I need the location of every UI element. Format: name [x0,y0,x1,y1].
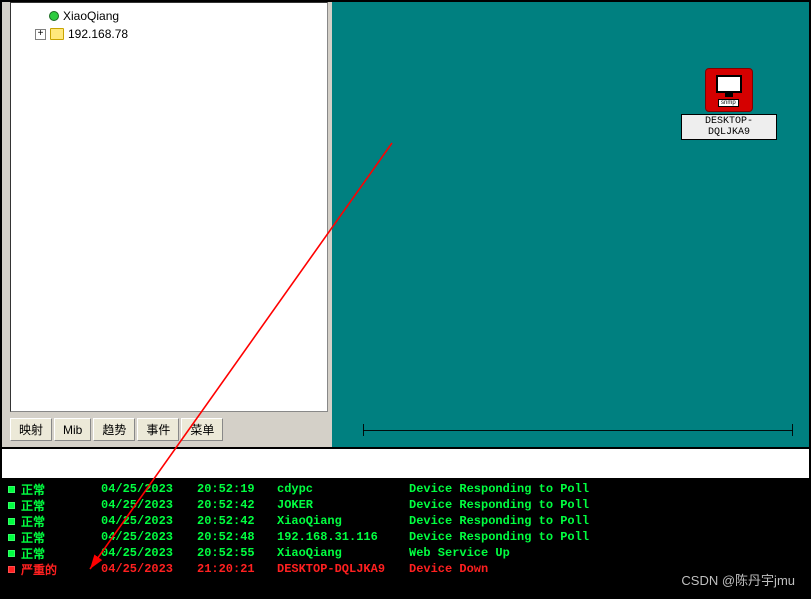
col-severity: 正常 [21,545,101,562]
col-severity: 严重的 [21,561,101,578]
tree-item-xiaoqiang[interactable]: XiaoQiang [17,7,321,25]
col-time: 20:52:42 [197,514,277,528]
col-host: XiaoQiang [277,546,409,560]
col-host: XiaoQiang [277,514,409,528]
snmp-tag: snmp [718,99,739,107]
tab-menu[interactable]: 菜单 [181,418,223,441]
severity-icon [8,518,15,525]
col-time: 20:52:55 [197,546,277,560]
pane-divider [2,449,809,475]
col-date: 04/25/2023 [101,562,197,576]
tree-item-folder[interactable]: + 192.168.78 [17,25,321,43]
col-time: 21:20:21 [197,562,277,576]
app-root: XiaoQiang + 192.168.78 映射 Mib 趋势 事件 菜单 [0,0,811,599]
col-severity: 正常 [21,481,101,498]
col-severity: 正常 [21,529,101,546]
col-time: 20:52:19 [197,482,277,496]
log-body: 正常 04/25/2023 20:52:19 cdypc Device Resp… [2,481,809,577]
log-line[interactable]: 正常 04/25/2023 20:52:42 XiaoQiang Device … [8,513,809,529]
tree-label: 192.168.78 [68,27,128,41]
device-icon [49,11,59,21]
severity-icon [8,534,15,541]
col-time: 20:52:42 [197,498,277,512]
expand-icon[interactable]: + [35,29,46,40]
severity-icon [8,550,15,557]
tree-view[interactable]: XiaoQiang + 192.168.78 [10,2,328,412]
ruler-icon [363,430,793,431]
col-severity: 正常 [21,497,101,514]
col-msg: Device Responding to Poll [409,482,809,496]
tab-bar: 映射 Mib 趋势 事件 菜单 [2,416,332,447]
col-msg: Device Responding to Poll [409,514,809,528]
severity-icon [8,486,15,493]
severity-icon [8,502,15,509]
tab-mib[interactable]: Mib [54,418,91,441]
log-line[interactable]: 正常 04/25/2023 20:52:42 JOKER Device Resp… [8,497,809,513]
col-msg: Device Responding to Poll [409,498,809,512]
upper-pane: XiaoQiang + 192.168.78 映射 Mib 趋势 事件 菜单 [2,2,809,449]
map-node-label: DESKTOP-DQLJKA9 [681,114,777,140]
col-date: 04/25/2023 [101,482,197,496]
col-msg: Web Service Up [409,546,809,560]
log-line[interactable]: 严重的 04/25/2023 21:20:21 DESKTOP-DQLJKA9 … [8,561,809,577]
col-date: 04/25/2023 [101,546,197,560]
tab-event[interactable]: 事件 [137,418,179,441]
severity-icon [8,566,15,573]
map-node-desktop[interactable]: snmp DESKTOP-DQLJKA9 [681,68,777,140]
log-line[interactable]: 正常 04/25/2023 20:52:19 cdypc Device Resp… [8,481,809,497]
col-severity: 正常 [21,513,101,530]
tree-panel: XiaoQiang + 192.168.78 映射 Mib 趋势 事件 菜单 [2,2,332,447]
col-date: 04/25/2023 [101,498,197,512]
tab-trend[interactable]: 趋势 [93,418,135,441]
col-date: 04/25/2023 [101,514,197,528]
log-line[interactable]: 正常 04/25/2023 20:52:48 192.168.31.116 De… [8,529,809,545]
col-msg: Device Down [409,562,809,576]
col-host: JOKER [277,498,409,512]
tab-map[interactable]: 映射 [10,418,52,441]
col-host: cdypc [277,482,409,496]
col-time: 20:52:48 [197,530,277,544]
tree-label: XiaoQiang [63,9,119,23]
col-msg: Device Responding to Poll [409,530,809,544]
folder-icon [50,28,64,40]
col-host: DESKTOP-DQLJKA9 [277,562,409,576]
col-host: 192.168.31.116 [277,530,409,544]
map-canvas[interactable]: snmp DESKTOP-DQLJKA9 [332,2,809,447]
event-log[interactable]: 正常 04/25/2023 20:52:19 cdypc Device Resp… [2,475,809,597]
log-line[interactable]: 正常 04/25/2023 20:52:55 XiaoQiang Web Ser… [8,545,809,561]
col-date: 04/25/2023 [101,530,197,544]
computer-icon: snmp [705,68,753,112]
